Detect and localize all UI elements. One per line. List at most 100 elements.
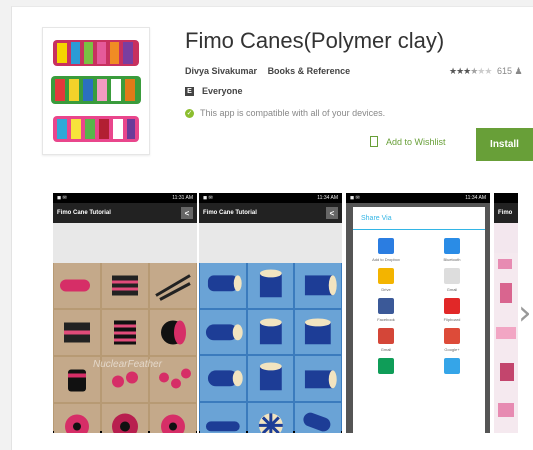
photo-tile [102, 310, 148, 355]
photo-tile [295, 309, 341, 355]
share-target[interactable]: Google+ [419, 328, 485, 352]
photo-tile [247, 263, 294, 308]
bluetooth-icon [444, 238, 460, 254]
photo-tile [150, 310, 196, 355]
messaging-icon [444, 358, 460, 374]
share-target-label: Flipboard [443, 317, 461, 322]
photo-tile [200, 403, 246, 433]
add-to-wishlist-button[interactable]: Add to Wishlist [370, 136, 446, 147]
partial-photo [494, 253, 518, 433]
photo-tile [200, 309, 246, 355]
content-rating-label: Everyone [202, 86, 243, 96]
dropbox-icon [378, 238, 394, 254]
status-time: 11:34 AM [465, 195, 486, 201]
status-bar [494, 193, 518, 203]
photo-tile [150, 263, 196, 308]
flipboard-icon [444, 298, 460, 314]
app-title: Fimo Canes(Polymer clay) [185, 28, 445, 53]
gmail-icon [378, 328, 394, 344]
rating-star-half: ★ [470, 66, 478, 76]
share-target-label: Gmail [446, 287, 458, 292]
gmail-icon [444, 268, 460, 284]
rating-summary: ★★★★★★ 615 ♟ [449, 66, 523, 77]
screenshot-4[interactable]: Fimo [494, 193, 518, 433]
share-target-label: Bluetooth [443, 257, 461, 262]
status-bar: ◼ ✉ 11:31 AM [53, 193, 197, 203]
esrb-icon: E [185, 86, 194, 96]
share-target-label: Drive [381, 287, 391, 292]
app-bar: Fimo [494, 203, 518, 223]
status-left: ◼ ✉ [203, 195, 213, 201]
app-bar-title: Fimo Cane Tutorial [57, 210, 111, 216]
share-target[interactable]: Add to Dropbox [353, 238, 419, 262]
screenshot-1[interactable]: ◼ ✉ 11:31 AM Fimo Cane Tutorial < Nuclea… [53, 193, 197, 433]
chevron-right-icon[interactable]: › [518, 293, 532, 333]
developer-link[interactable]: Divya Sivakumar [185, 66, 257, 76]
photo-tile [247, 356, 294, 402]
app-bar: Fimo Cane Tutorial < [53, 203, 197, 223]
polymer-clay-canes-image [51, 40, 141, 142]
cane-photo-grid [53, 263, 197, 433]
share-target-label: Add to Dropbox [372, 257, 400, 262]
photo-tile [54, 404, 100, 433]
photo-tile [54, 263, 100, 308]
watermark: NuclearFeather [93, 359, 162, 370]
app-bar: Fimo Cane Tutorial < [199, 203, 342, 223]
photo-tile [150, 404, 196, 433]
share-target[interactable]: Facebook [353, 298, 419, 322]
share-dialog: Share Via Add to Dropbox Bluetooth Drive Gm… [353, 207, 485, 433]
status-bar: ◼ ✉ 11:34 AM [346, 193, 490, 203]
share-target-label: Gmail [380, 347, 392, 352]
cane-photo-grid [199, 263, 342, 433]
rating-stars-filled: ★★★ [449, 66, 471, 76]
app-meta: Divya Sivakumar Books & Reference [185, 66, 350, 76]
share-icon: < [181, 207, 193, 219]
photo-tile [295, 263, 341, 308]
screenshot-3[interactable]: ◼ ✉ 11:34 AM Share Via Add to Dropbox Blu… [346, 193, 490, 433]
empty-area [199, 223, 342, 263]
share-icon: < [326, 207, 338, 219]
share-target[interactable]: Drive [353, 268, 419, 292]
photo-tile [54, 310, 100, 355]
status-time: 11:31 AM [172, 195, 193, 201]
install-button[interactable]: Install [476, 128, 533, 161]
photo-tile [200, 356, 246, 402]
share-target[interactable]: Bluetooth [419, 238, 485, 262]
rating-stars-empty: ★★ [477, 66, 492, 76]
empty-area [53, 223, 197, 263]
hangouts-icon [378, 358, 394, 374]
app-bar-title: Fimo [498, 210, 513, 216]
status-bar: ◼ ✉ 11:34 AM [199, 193, 342, 203]
share-target[interactable] [419, 358, 485, 377]
facebook-icon [378, 298, 394, 314]
drive-icon [378, 268, 394, 284]
photo-tile [102, 263, 148, 308]
screenshot-2[interactable]: ◼ ✉ 11:34 AM Fimo Cane Tutorial < [199, 193, 342, 433]
bookmark-plus-icon [370, 136, 378, 147]
share-target[interactable]: Gmail [419, 268, 485, 292]
photo-tile [295, 403, 341, 433]
share-target-label: Google+ [444, 347, 460, 352]
status-time: 11:34 AM [317, 195, 338, 201]
share-dialog-title: Share Via [353, 207, 485, 230]
compatibility-note: ✓ This app is compatible with all of you… [185, 108, 385, 118]
app-icon [42, 27, 150, 155]
photo-tile [295, 356, 341, 402]
compatibility-text: This app is compatible with all of your … [200, 108, 386, 118]
googleplus-icon [444, 328, 460, 344]
share-target[interactable]: Flipboard [419, 298, 485, 322]
share-target[interactable]: Gmail [353, 328, 419, 352]
photo-tile [102, 404, 148, 433]
photo-tile [247, 309, 294, 355]
photo-tile [247, 403, 294, 433]
status-left: ◼ ✉ [57, 195, 67, 201]
app-bar-title: Fimo Cane Tutorial [203, 210, 257, 216]
check-circle-icon: ✓ [185, 108, 194, 118]
status-left: ◼ ✉ [350, 195, 360, 201]
content-rating: E Everyone [185, 86, 243, 96]
rating-count: 615 [496, 66, 512, 76]
share-targets: Add to Dropbox Bluetooth Drive Gmail Faceboo… [353, 230, 485, 377]
category-link[interactable]: Books & Reference [268, 66, 351, 76]
share-target[interactable] [353, 358, 419, 377]
wishlist-label: Add to Wishlist [386, 136, 446, 147]
